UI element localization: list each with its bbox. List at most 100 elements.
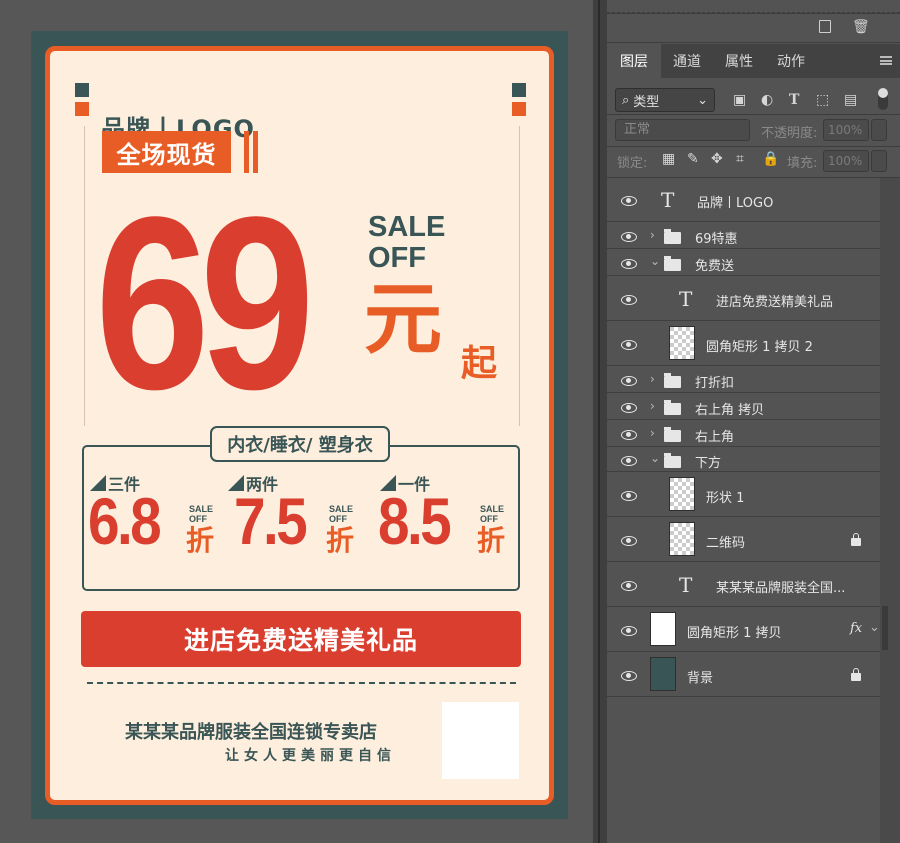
- visibility-eye-icon[interactable]: [621, 626, 637, 636]
- layer-name: 打折扣: [695, 376, 735, 391]
- tab-layers[interactable]: 图层: [607, 44, 661, 78]
- gift-banner: 进店免费送精美礼品: [81, 611, 521, 667]
- sale-text: SALE: [368, 211, 446, 243]
- layers-scrollbar[interactable]: [880, 178, 900, 843]
- visibility-eye-icon[interactable]: [621, 196, 637, 206]
- panel-tabs: 图层 通道 属性 动作: [607, 44, 900, 78]
- visibility-eye-icon[interactable]: [621, 581, 637, 591]
- layer-row[interactable]: ⌄ 免费送: [607, 250, 880, 276]
- visibility-eye-icon[interactable]: [621, 295, 637, 305]
- shape-filter-icon[interactable]: ⬚: [816, 92, 829, 108]
- visibility-eye-icon[interactable]: [621, 340, 637, 350]
- layer-row[interactable]: 二维码: [607, 518, 880, 562]
- chevron-down-icon[interactable]: ⌄: [650, 254, 660, 268]
- chevron-right-icon[interactable]: ›: [650, 228, 655, 242]
- adjustment-filter-icon[interactable]: ◐: [761, 92, 773, 108]
- discount-sale: SALE: [189, 504, 214, 514]
- new-layer-icon[interactable]: [819, 20, 831, 33]
- blend-mode-select[interactable]: 正常: [615, 119, 750, 141]
- smart-object-filter-icon[interactable]: ▤: [844, 92, 857, 108]
- tab-channels[interactable]: 通道: [661, 44, 713, 78]
- filter-toggle[interactable]: [878, 88, 888, 110]
- chevron-down-icon[interactable]: ⌄: [650, 451, 660, 465]
- layer-row[interactable]: 背景: [607, 653, 880, 697]
- lock-icon: [851, 668, 861, 681]
- type-filter-icon[interactable]: T: [789, 92, 799, 108]
- discount-off: OFF: [480, 514, 498, 524]
- layer-row[interactable]: 圆角矩形 1 拷贝 fx ⌄: [607, 608, 880, 652]
- opacity-dropdown[interactable]: [871, 119, 887, 141]
- layer-row[interactable]: › 69特惠: [607, 223, 880, 249]
- discount-unit: 折: [186, 524, 215, 557]
- chevron-right-icon[interactable]: ›: [650, 399, 655, 413]
- lock-icon: [851, 533, 861, 546]
- fx-icon[interactable]: fx: [850, 621, 862, 636]
- visibility-eye-icon[interactable]: [621, 536, 637, 546]
- discount-unit: 折: [477, 524, 506, 557]
- discount-off: OFF: [329, 514, 347, 524]
- layer-name: 69特惠: [695, 232, 738, 247]
- scrollbar-thumb[interactable]: [882, 606, 888, 650]
- layer-row[interactable]: › 打折扣: [607, 367, 880, 393]
- visibility-eye-icon[interactable]: [621, 259, 637, 269]
- fill-field[interactable]: 100%: [823, 150, 869, 172]
- layer-name: 右上角 拷贝: [695, 403, 765, 418]
- text-layer-icon: T: [661, 188, 675, 212]
- folder-icon: [664, 229, 681, 244]
- discount-sale: SALE: [480, 504, 505, 514]
- lock-pixels-icon[interactable]: ▦: [662, 151, 675, 167]
- lock-all-icon[interactable]: 🔒: [762, 151, 779, 167]
- panel-menu-icon[interactable]: [880, 56, 892, 65]
- chevron-down-icon[interactable]: ⌄: [869, 620, 880, 635]
- layer-name: 二维码: [706, 536, 746, 551]
- layer-row[interactable]: T 品牌丨LOGO: [607, 178, 880, 222]
- tab-actions[interactable]: 动作: [765, 44, 817, 78]
- document-canvas[interactable]: 品牌丨LOGO 全场现货 69 SALE OFF 元 起 内衣/睡衣/ 塑身衣 …: [0, 0, 593, 843]
- opacity-field[interactable]: 100%: [823, 119, 869, 141]
- layer-row[interactable]: T 某某某品牌服装全国...: [607, 563, 880, 607]
- layer-row[interactable]: T 进店免费送精美礼品: [607, 277, 880, 321]
- layer-row[interactable]: › 右上角 拷贝: [607, 394, 880, 420]
- folder-icon: [664, 427, 681, 442]
- category-label: 内衣/睡衣/ 塑身衣: [210, 426, 390, 462]
- tab-properties[interactable]: 属性: [713, 44, 765, 78]
- visibility-eye-icon[interactable]: [621, 232, 637, 242]
- layer-row[interactable]: 圆角矩形 1 拷贝 2: [607, 322, 880, 366]
- lock-position-icon[interactable]: ✥: [711, 151, 723, 167]
- fill-dropdown[interactable]: [871, 150, 887, 172]
- folder-icon: [664, 373, 681, 388]
- corner-mark-tl-top: [75, 83, 89, 97]
- layer-row[interactable]: ⌄ 下方: [607, 448, 880, 472]
- layer-filter-select[interactable]: ⌕ 类型 ⌄: [615, 88, 715, 112]
- lock-image-icon[interactable]: ✎: [687, 151, 699, 167]
- layer-thumbnail: [669, 522, 695, 556]
- visibility-eye-icon[interactable]: [621, 491, 637, 501]
- visibility-eye-icon[interactable]: [621, 376, 637, 386]
- lock-artboard-icon[interactable]: ⌗: [736, 151, 744, 167]
- panel-divider[interactable]: [593, 0, 607, 843]
- discount-sale: SALE: [329, 504, 354, 514]
- layer-row[interactable]: › 右上角: [607, 421, 880, 447]
- folder-icon: [664, 256, 681, 271]
- layer-thumbnail: [669, 477, 695, 511]
- discount-unit: 折: [326, 524, 355, 557]
- price-number: 69: [95, 166, 315, 441]
- visibility-eye-icon[interactable]: [621, 456, 637, 466]
- layer-name: 圆角矩形 1 拷贝 2: [706, 340, 813, 355]
- layer-name: 免费送: [695, 259, 735, 274]
- qi-text: 起: [461, 343, 498, 384]
- yuan-text: 元: [364, 275, 443, 365]
- trash-icon[interactable]: 🗑: [852, 19, 870, 35]
- layer-row[interactable]: 形状 1: [607, 473, 880, 517]
- opacity-label: 不透明度:: [761, 126, 818, 141]
- poster: 品牌丨LOGO 全场现货 69 SALE OFF 元 起 内衣/睡衣/ 塑身衣 …: [31, 31, 568, 819]
- visibility-eye-icon[interactable]: [621, 671, 637, 681]
- panel-grip[interactable]: [607, 12, 900, 13]
- chevron-right-icon[interactable]: ›: [650, 372, 655, 386]
- chevron-right-icon[interactable]: ›: [650, 426, 655, 440]
- separator: [607, 146, 900, 147]
- corner-mark-tl-bottom: [75, 102, 89, 116]
- image-filter-icon[interactable]: ▣: [733, 92, 746, 108]
- visibility-eye-icon[interactable]: [621, 403, 637, 413]
- visibility-eye-icon[interactable]: [621, 430, 637, 440]
